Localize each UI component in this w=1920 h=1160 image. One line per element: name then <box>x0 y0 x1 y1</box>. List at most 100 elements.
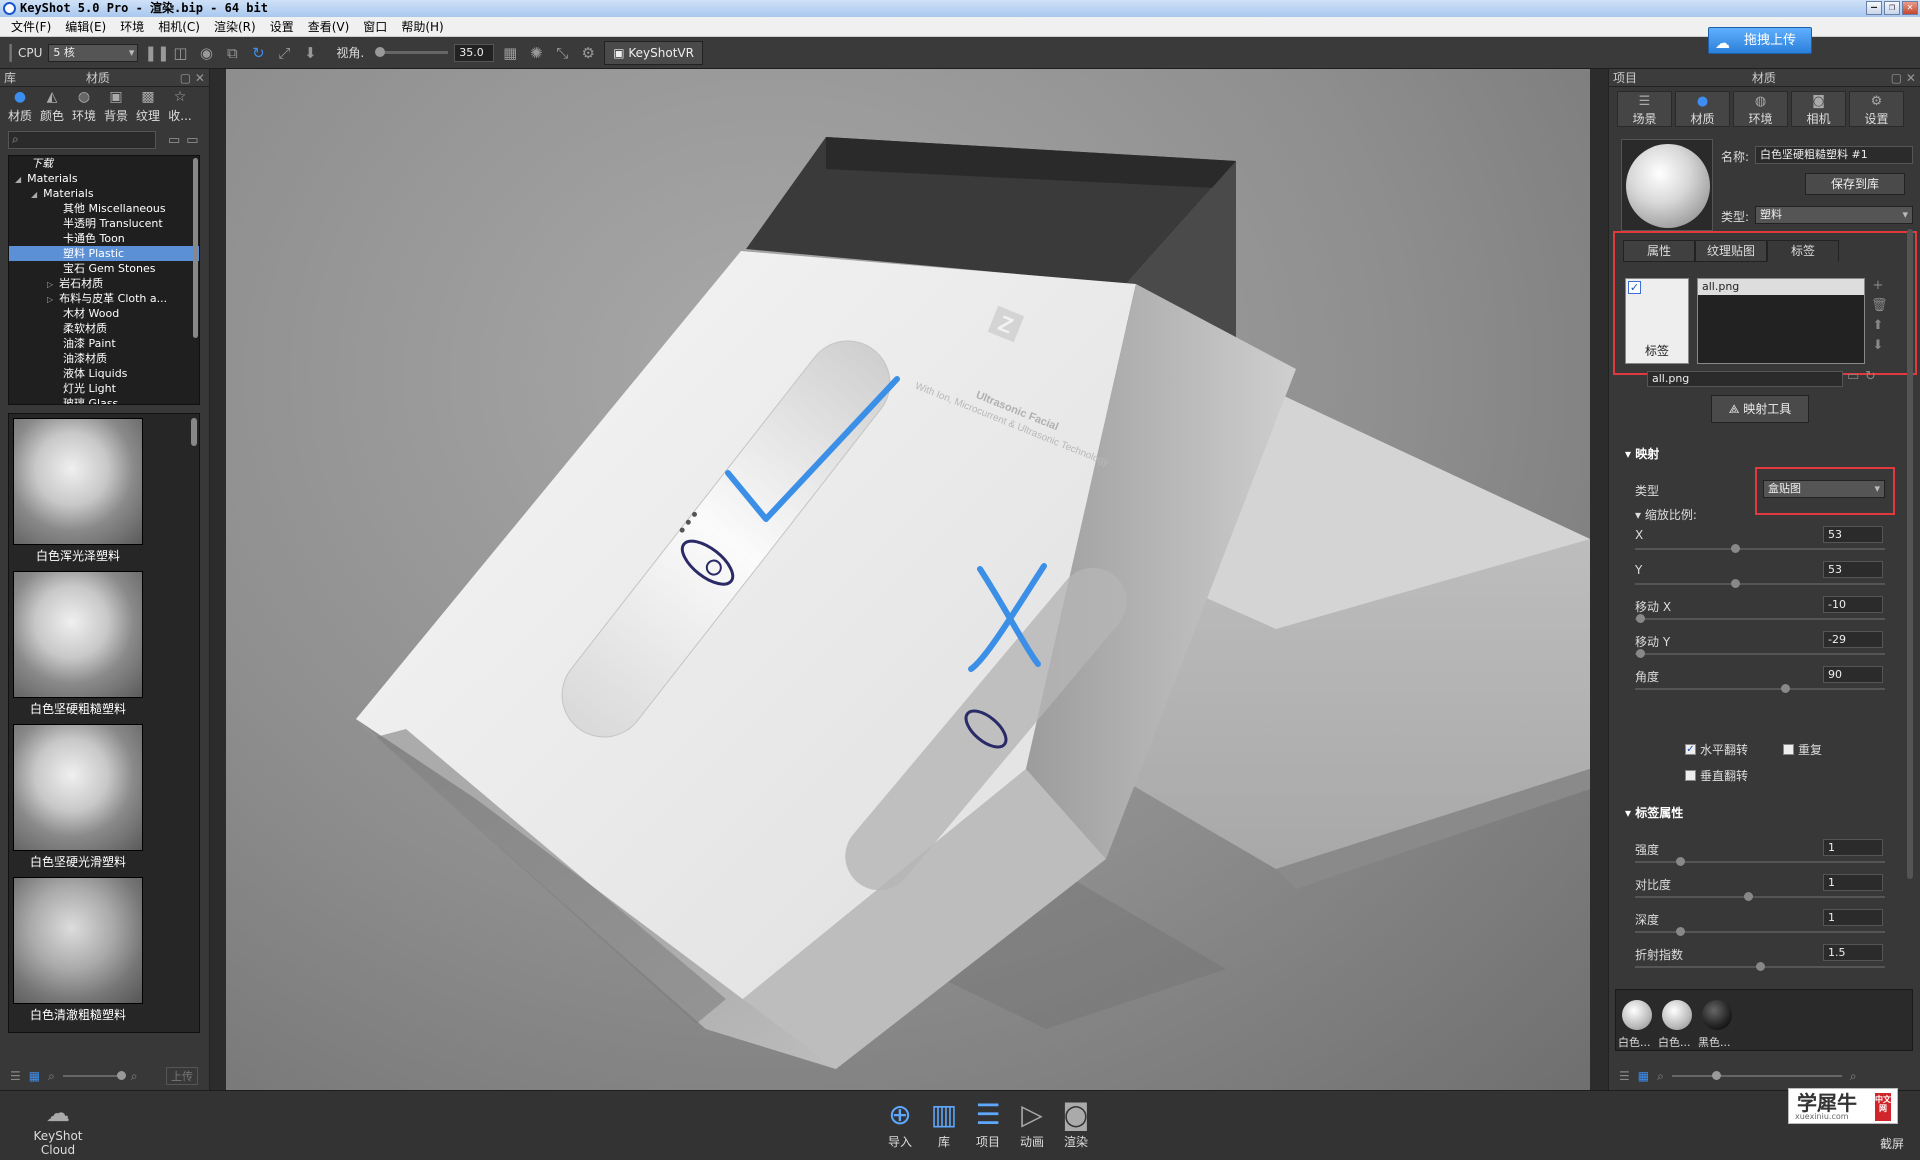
param-slider[interactable] <box>1635 684 1885 693</box>
zoom-out-icon[interactable]: ⌕ <box>1657 1069 1664 1084</box>
thumbnail-size-slider[interactable] <box>62 1071 126 1080</box>
tree-item[interactable]: 其他 Miscellaneous <box>9 201 199 216</box>
param-slider[interactable] <box>1635 614 1885 623</box>
tree-item[interactable]: ◢ Materials <box>9 186 199 201</box>
label-thumbnail[interactable]: ✓ 标签 <box>1625 278 1689 364</box>
list-view-icon[interactable]: ☰ <box>10 1069 21 1083</box>
grid-view-icon[interactable]: ▦ <box>1638 1069 1649 1083</box>
param-value-input[interactable]: 1.5 <box>1823 944 1883 961</box>
folder-icon[interactable]: ▭ <box>168 133 180 148</box>
category-favorites[interactable]: ☆ 收... <box>164 89 196 125</box>
tab-camera[interactable]: ◙ 相机 <box>1791 91 1846 127</box>
param-slider[interactable] <box>1635 962 1885 971</box>
label-enabled-checkbox[interactable]: ✓ <box>1628 281 1641 294</box>
mapping-type-select[interactable]: 盒贴图 <box>1763 480 1885 498</box>
library-search-input[interactable]: ⌕ <box>8 131 156 149</box>
tab-material[interactable]: ● 材质 <box>1675 91 1730 127</box>
upload-button[interactable]: 上传 <box>166 1067 198 1085</box>
list-view-icon[interactable]: ☰ <box>1619 1069 1630 1083</box>
material-thumb[interactable]: 白色浑光泽塑料 <box>13 418 143 567</box>
minimize-button[interactable]: – <box>1866 1 1882 15</box>
keyshotvr-button[interactable]: ▣ KeyShotVR <box>604 40 703 65</box>
tab-scene[interactable]: ☰ 场景 <box>1617 91 1672 127</box>
zoom-out-icon[interactable]: ⌕ <box>48 1069 55 1084</box>
turntable-icon[interactable]: ◫ <box>170 43 190 63</box>
param-value-input[interactable]: 1 <box>1823 909 1883 926</box>
zoom-in-icon[interactable]: ⌕ <box>1850 1069 1857 1084</box>
param-value-input[interactable]: 90 <box>1823 666 1883 683</box>
menu-window[interactable]: 窗口 <box>356 18 394 35</box>
scale-section-title[interactable]: ▾ 缩放比例: <box>1635 506 1697 523</box>
tree-item[interactable]: 宝石 Gem Stones <box>9 261 199 276</box>
project-button[interactable]: ☰ 项目 <box>968 1097 1008 1150</box>
tab-texture-maps[interactable]: 纹理贴图 <box>1695 240 1767 262</box>
param-value-input[interactable]: -29 <box>1823 631 1883 648</box>
grid-view-icon[interactable]: ▦ <box>29 1069 40 1083</box>
render-viewport[interactable]: Ultrasonic Facial With Ion, Microcurrent… <box>226 69 1590 1090</box>
param-value-input[interactable]: -10 <box>1823 596 1883 613</box>
screenshot-label[interactable]: 截屏 <box>1880 1135 1904 1152</box>
tree-item[interactable]: ◢ Materials <box>9 171 199 186</box>
tree-item[interactable]: 玻璃 Glass <box>9 396 199 404</box>
grid-icon[interactable]: ▦ <box>500 43 520 63</box>
project-scrollbar[interactable] <box>1907 229 1913 879</box>
open-folder-icon[interactable]: ▭ <box>1847 369 1859 384</box>
view-angle-input[interactable]: 35.0 <box>454 43 495 62</box>
label-file-input[interactable]: all.png <box>1647 371 1843 387</box>
material-thumb[interactable]: 白色坚硬粗糙塑料 <box>13 571 143 720</box>
material-thumb-size-slider[interactable] <box>1671 1071 1842 1080</box>
zoom-in-icon[interactable]: ⌕ <box>131 1069 138 1084</box>
param-value-input[interactable]: 1 <box>1823 874 1883 891</box>
left-splitter[interactable] <box>210 69 226 1090</box>
tree-item[interactable]: ▷ 布料与皮革 Cloth a... <box>9 291 199 306</box>
panel-float-close-icon[interactable]: ▢ ✕ <box>180 71 205 85</box>
param-slider[interactable] <box>1635 857 1885 866</box>
arrow-up-icon[interactable]: ⬆ <box>1871 318 1885 333</box>
import-button[interactable]: ⊕ 导入 <box>880 1097 920 1150</box>
tree-item[interactable]: 柔软材质 <box>9 321 199 336</box>
tree-item[interactable]: 液体 Liquids <box>9 366 199 381</box>
param-value-input[interactable]: 53 <box>1823 526 1883 543</box>
animation-button[interactable]: ▷ 动画 <box>1012 1097 1052 1150</box>
material-thumb[interactable]: 白色坚硬光滑塑料 <box>13 724 143 873</box>
tree-expand-icon[interactable]: ▷ <box>47 280 53 289</box>
tree-item[interactable]: 油漆材质 <box>9 351 199 366</box>
tree-item[interactable]: 木材 Wood <box>9 306 199 321</box>
pause-icon[interactable]: ❚❚ <box>144 43 169 63</box>
param-slider[interactable] <box>1635 927 1885 936</box>
tab-properties[interactable]: 属性 <box>1623 240 1695 262</box>
tree-scrollbar[interactable] <box>193 158 198 338</box>
fit-icon[interactable]: ⤢ <box>274 43 294 63</box>
param-value-input[interactable]: 1 <box>1823 839 1883 856</box>
tab-environment[interactable]: ◍ 环境 <box>1733 91 1788 127</box>
flip-vertical-checkbox[interactable]: 垂直翻转 <box>1685 767 1748 784</box>
tree-item[interactable]: 灯光 Light <box>9 381 199 396</box>
tree-item[interactable]: 油漆 Paint <box>9 336 199 351</box>
arrow-down-icon[interactable]: ⬇ <box>1871 338 1885 353</box>
param-slider[interactable] <box>1635 579 1885 588</box>
category-environments[interactable]: ◍ 环境 <box>68 89 100 125</box>
flip-horizontal-checkbox[interactable]: ✓ 水平翻转 <box>1685 741 1748 758</box>
library-button[interactable]: ▥ 库 <box>924 1097 964 1150</box>
right-splitter[interactable] <box>1590 69 1608 1090</box>
label-properties-section-title[interactable]: ▾ 标签属性 <box>1625 804 1683 821</box>
material-name-input[interactable]: 白色坚硬粗糙塑料 #1 <box>1755 146 1913 164</box>
perspective-icon[interactable]: ⤡ <box>552 43 572 63</box>
mapping-tool-button[interactable]: ⟁ 映射工具 <box>1711 395 1809 423</box>
reload-icon[interactable]: ↻ <box>1865 369 1876 384</box>
tree-expand-icon[interactable]: ▷ <box>47 295 53 304</box>
param-value-input[interactable]: 53 <box>1823 561 1883 578</box>
material-thumb[interactable]: 白色清澈粗糙塑料 <box>13 877 143 1026</box>
settings-wheel-icon[interactable]: ⚙ <box>578 43 598 63</box>
category-colors[interactable]: ◭ 颜色 <box>36 89 68 125</box>
tab-settings[interactable]: ⚙ 设置 <box>1849 91 1904 127</box>
menu-camera[interactable]: 相机(C) <box>151 18 207 35</box>
tree-expand-icon[interactable]: ◢ <box>15 175 21 184</box>
folder-add-icon[interactable]: ▭ <box>186 133 198 148</box>
panel-float-close-icon[interactable]: ▢ ✕ <box>1891 71 1916 85</box>
scene-material-ball[interactable] <box>1702 1000 1732 1030</box>
tree-item[interactable]: ▷ 岩石材质 <box>9 276 199 291</box>
param-slider[interactable] <box>1635 544 1885 553</box>
close-button[interactable]: ✕ <box>1902 1 1918 15</box>
menu-edit[interactable]: 编辑(E) <box>58 18 113 35</box>
